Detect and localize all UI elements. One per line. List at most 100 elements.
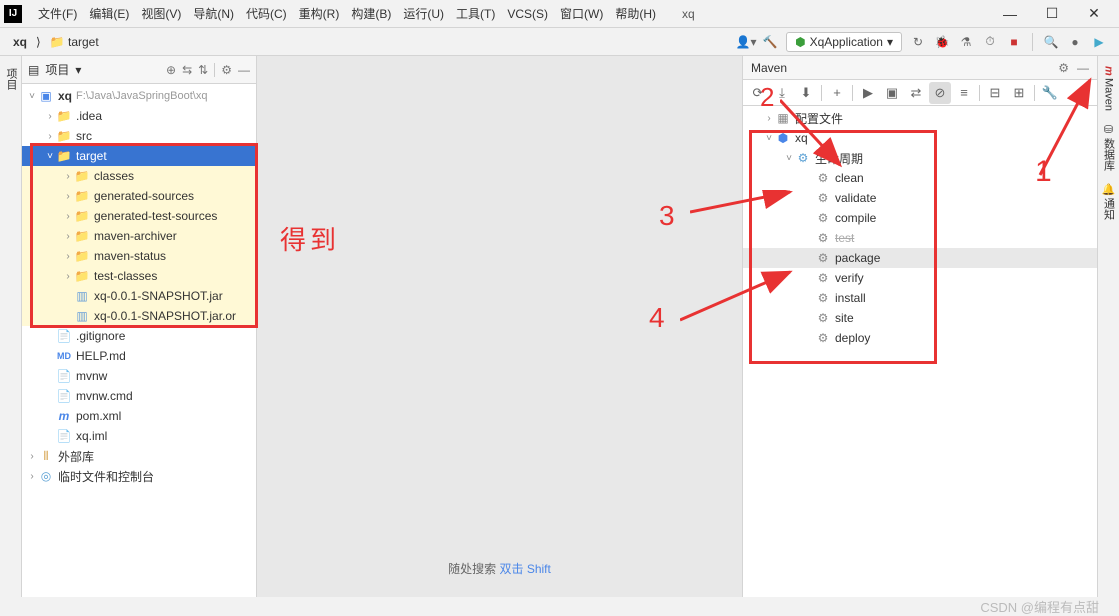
tree-item[interactable]: ›📁maven-status (22, 246, 256, 266)
maven-goal-site[interactable]: ⚙site (743, 308, 1097, 328)
tree-item[interactable]: 📄mvnw (22, 366, 256, 386)
search-everywhere-hint: 随处搜索 双击 Shift (448, 560, 551, 597)
menu-tools[interactable]: 工具(T) (450, 5, 501, 22)
tree-item[interactable]: 📄xq.iml (22, 426, 256, 446)
menu-window[interactable]: 窗口(W) (554, 5, 609, 22)
maven-panel-header: Maven ⚙ — (743, 56, 1097, 80)
project-panel-title: 项目 (45, 61, 69, 78)
tree-item[interactable]: 📄.gitignore (22, 326, 256, 346)
breadcrumb: xq ⟩ 📁 target (8, 33, 104, 51)
user-icon[interactable]: 👤▾ (734, 30, 758, 54)
menu-vcs[interactable]: VCS(S) (501, 7, 554, 21)
build-icon[interactable]: 🔨 (758, 30, 782, 54)
menu-view[interactable]: 视图(V) (135, 5, 187, 22)
more-icon[interactable]: ▶ (1087, 30, 1111, 54)
tree-root[interactable]: ˅ ▣ xq F:\Java\JavaSpringBoot\xq (22, 86, 256, 106)
download-icon[interactable]: ⬇ (795, 82, 817, 104)
tree-item[interactable]: ›📁generated-test-sources (22, 206, 256, 226)
maven-goal-deploy[interactable]: ⚙deploy (743, 328, 1097, 348)
tree-item[interactable]: 📄mvnw.cmd (22, 386, 256, 406)
coverage-button[interactable]: ⚗ (954, 30, 978, 54)
maven-goal-test[interactable]: ⚙test (743, 228, 1097, 248)
close-button[interactable]: ✕ (1073, 0, 1115, 28)
tree-item[interactable]: ›📁maven-archiver (22, 226, 256, 246)
maven-goal-validate[interactable]: ⚙validate (743, 188, 1097, 208)
menu-edit[interactable]: 编辑(E) (83, 5, 135, 22)
menu-code[interactable]: 代码(C) (240, 5, 293, 22)
menu-help[interactable]: 帮助(H) (609, 5, 662, 22)
window-title: xq (682, 7, 695, 21)
run-config-selector[interactable]: ⬢ XqApplication ▾ (786, 32, 902, 52)
maven-goal-verify[interactable]: ⚙verify (743, 268, 1097, 288)
tree-scratches[interactable]: › ◎ 临时文件和控制台 (22, 466, 256, 486)
expand-all-icon[interactable]: ⇆ (182, 63, 192, 77)
search-icon[interactable]: 🔍 (1039, 30, 1063, 54)
right-tool-stripe: mMaven ⛁数据库 🔔通知 (1097, 56, 1119, 597)
collapse-all-icon[interactable]: ⊟ (984, 82, 1006, 104)
maven-tab[interactable]: mMaven (1098, 60, 1119, 117)
project-view-icon: ▤ (28, 63, 39, 77)
tree-item[interactable]: ›📁src (22, 126, 256, 146)
left-tool-stripe: 项目 (0, 56, 22, 597)
project-tree[interactable]: ˅ ▣ xq F:\Java\JavaSpringBoot\xq ›📁.idea… (22, 84, 256, 597)
project-panel: ▤ 项目 ▾ ⊕ ⇆ ⇅ ⚙ — ˅ ▣ xq F:\Java\JavaSpri… (22, 56, 257, 597)
settings-icon[interactable]: 🔧 (1039, 82, 1061, 104)
hide-icon[interactable]: — (238, 63, 250, 77)
maven-panel-title: Maven (751, 61, 787, 75)
updates-icon[interactable]: ● (1063, 30, 1087, 54)
gear-icon[interactable]: ⚙ (221, 63, 232, 77)
maven-lifecycle[interactable]: ˅ ⚙ 生命周期 (743, 148, 1097, 168)
tree-item[interactable]: ›📁generated-sources (22, 186, 256, 206)
tree-item[interactable]: mpom.xml (22, 406, 256, 426)
run-button[interactable]: ↻ (906, 30, 930, 54)
profile-button[interactable]: ⏱ (978, 30, 1002, 54)
maven-project[interactable]: ˅ ⬢ xq (743, 128, 1097, 148)
menu-refactor[interactable]: 重构(R) (293, 5, 346, 22)
app-logo: IJ (4, 5, 22, 23)
add-icon[interactable]: + (826, 82, 848, 104)
maven-goal-package[interactable]: ⚙package (743, 248, 1097, 268)
expand-all-icon[interactable]: ⊞ (1008, 82, 1030, 104)
maven-goal-install[interactable]: ⚙install (743, 288, 1097, 308)
tree-item[interactable]: MDHELP.md (22, 346, 256, 366)
breadcrumb-root[interactable]: xq (8, 33, 32, 51)
show-deps-icon[interactable]: ≡ (953, 82, 975, 104)
tree-item[interactable]: ˅📁target (22, 146, 256, 166)
spring-icon: ⬢ (795, 35, 805, 49)
run-maven-icon[interactable]: ▶ (857, 82, 879, 104)
menu-file[interactable]: 文件(F) (32, 5, 83, 22)
generate-sources-icon[interactable]: ⤓ (771, 82, 793, 104)
maven-goal-clean[interactable]: ⚙clean (743, 168, 1097, 188)
toggle-skip-icon[interactable]: ⇄ (905, 82, 927, 104)
navbar: xq ⟩ 📁 target 👤▾ 🔨 ⬢ XqApplication ▾ ↻ 🐞… (0, 28, 1119, 56)
tree-external-libs[interactable]: › ⫴ 外部库 (22, 446, 256, 466)
execute-icon[interactable]: ▣ (881, 82, 903, 104)
tree-item[interactable]: ›📁test-classes (22, 266, 256, 286)
maven-tree[interactable]: › ▦ 配置文件 ˅ ⬢ xq ˅ ⚙ 生命周期 ⚙clean⚙validate… (743, 106, 1097, 597)
tree-item[interactable]: ▥xq-0.0.1-SNAPSHOT.jar.or (22, 306, 256, 326)
maven-profiles[interactable]: › ▦ 配置文件 (743, 108, 1097, 128)
hide-icon[interactable]: — (1077, 61, 1089, 75)
database-tab[interactable]: ⛁数据库 (1098, 117, 1119, 177)
collapse-icon[interactable]: ⇅ (198, 63, 208, 77)
stop-button[interactable]: ■ (1002, 30, 1026, 54)
select-opened-icon[interactable]: ⊕ (166, 63, 176, 77)
maven-toolbar: ⟳ ⤓ ⬇ + ▶ ▣ ⇄ ⊘ ≡ ⊟ ⊞ 🔧 (743, 80, 1097, 106)
offline-icon[interactable]: ⊘ (929, 82, 951, 104)
menu-run[interactable]: 运行(U) (397, 5, 450, 22)
maximize-button[interactable]: ☐ (1031, 0, 1073, 28)
notifications-tab[interactable]: 🔔通知 (1098, 177, 1119, 226)
tree-item[interactable]: ›📁.idea (22, 106, 256, 126)
reload-icon[interactable]: ⟳ (747, 82, 769, 104)
maven-goal-compile[interactable]: ⚙compile (743, 208, 1097, 228)
gear-icon[interactable]: ⚙ (1058, 61, 1069, 75)
debug-button[interactable]: 🐞 (930, 30, 954, 54)
tree-item[interactable]: ›📁classes (22, 166, 256, 186)
project-tab[interactable]: 项目 (0, 60, 21, 98)
breadcrumb-folder[interactable]: 📁 target (45, 33, 104, 51)
menu-build[interactable]: 构建(B) (345, 5, 397, 22)
menu-nav[interactable]: 导航(N) (187, 5, 240, 22)
minimize-button[interactable]: — (989, 0, 1031, 28)
tree-item[interactable]: ▥xq-0.0.1-SNAPSHOT.jar (22, 286, 256, 306)
maven-panel: Maven ⚙ — ⟳ ⤓ ⬇ + ▶ ▣ ⇄ ⊘ ≡ ⊟ ⊞ 🔧 › ▦ (742, 56, 1097, 597)
